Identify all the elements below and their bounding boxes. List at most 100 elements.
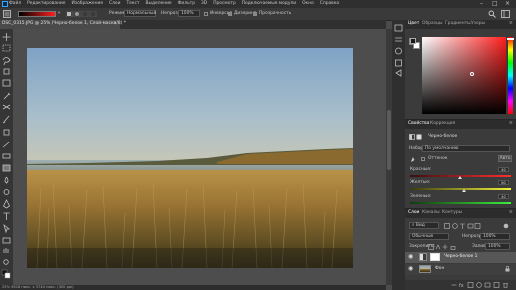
menu-select[interactable]: Выделение (145, 1, 171, 6)
panel-menu-icon[interactable]: ≡ (509, 21, 513, 26)
yellows-value: 60 (501, 181, 506, 185)
panel-dock-strip (392, 20, 405, 290)
menu-edit[interactable]: Редактирование (27, 1, 65, 6)
menu-image[interactable]: Изображение (71, 1, 103, 6)
panel-menu-icon[interactable]: ≡ (509, 121, 513, 126)
panel-menu-icon[interactable]: ≡ (509, 210, 513, 215)
close-icon[interactable]: × (505, 1, 510, 7)
greens-slider-track[interactable] (410, 202, 511, 204)
yellows-slider-track[interactable] (410, 188, 511, 190)
preset-select[interactable]: По умолчанию (422, 145, 510, 152)
blend-mode-value: Обычные (412, 234, 434, 239)
tint-label: Оттенок (428, 156, 448, 161)
close-tab-icon[interactable]: × (113, 21, 117, 26)
reds-label: Красные: (410, 167, 432, 172)
lock-image-icon (435, 244, 441, 250)
color-picker-cursor[interactable] (470, 72, 474, 76)
tint-checkbox[interactable] (421, 157, 425, 161)
document-image[interactable] (27, 48, 353, 268)
layer-name[interactable]: Фон (435, 266, 444, 271)
mode-select[interactable]: Нормальный (124, 10, 156, 17)
reverse-checkbox[interactable] (204, 12, 208, 16)
yellows-slider-knob[interactable] (462, 189, 466, 192)
tab-patterns[interactable]: Узоры (471, 21, 485, 26)
tab-layers[interactable]: Слои (408, 210, 419, 215)
menu-file[interactable]: Файл (9, 1, 21, 6)
tab-properties[interactable]: Свойства (408, 121, 429, 126)
foreground-color-chip[interactable] (410, 38, 416, 44)
color-panel-icon (395, 47, 402, 55)
visibility-eye-icon[interactable]: ◉ (408, 254, 413, 260)
move-tool-icon (2, 33, 11, 41)
blend-mode-select[interactable]: Обычные (409, 233, 449, 240)
layer-row-bw[interactable]: ◉ Черно-белое 1 (405, 252, 516, 263)
target-adjust-icon[interactable] (410, 156, 417, 163)
tab-color[interactable]: Цвет (408, 21, 419, 26)
layer-row-background[interactable]: ◉ Фон (405, 264, 516, 275)
color-field[interactable] (422, 37, 506, 114)
tools-icons (1, 33, 11, 279)
libraries-panel-icon (395, 59, 402, 67)
auto-button[interactable]: Авто (498, 155, 512, 162)
layer-mask-thumbnail[interactable] (430, 253, 440, 261)
minimize-icon[interactable]: – (480, 1, 483, 7)
scrollbar-thumb[interactable] (387, 110, 391, 170)
preset-value: По умолчанию (425, 146, 459, 151)
dither-checkbox[interactable] (228, 12, 232, 16)
workspace-icon[interactable] (501, 10, 510, 18)
greens-value-field[interactable]: 40 (498, 194, 509, 199)
filter-adjustment-icon (452, 223, 458, 229)
menu-type[interactable]: Текст (126, 1, 139, 6)
fill-value: 100% (488, 244, 501, 249)
yellows-value-field[interactable]: 60 (498, 180, 509, 185)
layer-name[interactable]: Черно-белое 1 (444, 254, 477, 259)
gradient-tool-icon[interactable] (3, 10, 11, 18)
tab-gradients[interactable]: Градиенты (445, 21, 471, 26)
layer-actions[interactable]: fx (451, 282, 513, 288)
document-tab[interactable]: DSC_0315.JPG @ 25% (Черно-белое 1, Слой-… (0, 20, 126, 29)
layer-opacity-field[interactable]: 100% (480, 233, 510, 240)
transparency-checkbox[interactable] (253, 12, 257, 16)
menu-help[interactable]: Справка (320, 1, 339, 6)
properties-panel-icon (395, 69, 402, 77)
reds-slider-knob[interactable] (458, 176, 462, 179)
menu-window[interactable]: Окно (302, 1, 314, 6)
tab-paths[interactable]: Контуры (442, 210, 462, 215)
history-brush-tool-icon (2, 141, 10, 148)
stamp-tool-icon (3, 129, 10, 136)
yellows-label: Желтые: (410, 180, 431, 185)
auto-label: Авто (499, 156, 511, 161)
menu-bar: Файл Редактирование Изображение Слои Тек… (0, 0, 516, 8)
gradient-tool-icon-side (2, 164, 11, 172)
adjustment-layer-icon (419, 253, 427, 261)
photoshop-logo-icon[interactable] (2, 1, 8, 7)
dropdown-arrow-icon[interactable]: ▾ (58, 11, 60, 16)
reds-value-field[interactable]: 40 (498, 167, 509, 172)
maximize-icon[interactable]: □ (492, 1, 498, 7)
menu-3d[interactable]: 3D (201, 1, 207, 6)
lock-icon (505, 266, 510, 272)
menu-layer[interactable]: Слои (109, 1, 120, 6)
filter-pixel-icon (444, 223, 450, 229)
menu-filter[interactable]: Фильтр (178, 1, 195, 6)
hue-slider[interactable] (507, 37, 514, 114)
tab-adjustments[interactable]: Коррекция (430, 121, 455, 126)
hand-tool-icon (3, 248, 9, 253)
lock-icons[interactable] (428, 244, 458, 250)
fill-field[interactable]: 100% (485, 243, 510, 250)
eyedropper-tool-icon (3, 92, 11, 100)
search-icon[interactable] (488, 10, 496, 18)
visibility-eye-icon[interactable]: ◉ (408, 266, 413, 272)
history-panel-icon (394, 24, 403, 32)
opacity-field[interactable]: 100% (178, 10, 200, 17)
gradient-preview[interactable] (18, 11, 56, 17)
layer-filter-select[interactable]: ⌕ Вид (409, 222, 439, 229)
new-group-icon (484, 282, 491, 288)
tab-channels[interactable]: Каналы (422, 210, 440, 215)
hue-slider-knob[interactable] (507, 38, 514, 40)
menu-plugins[interactable]: Подключаемые модули (242, 1, 296, 6)
gradient-type-buttons[interactable] (66, 11, 102, 17)
menu-view[interactable]: Просмотр (213, 1, 236, 6)
status-text: 25% 5616 пикс. x 3744 пикс. (300 ppi) (2, 284, 74, 289)
tab-swatches[interactable]: Образцы (422, 21, 442, 26)
